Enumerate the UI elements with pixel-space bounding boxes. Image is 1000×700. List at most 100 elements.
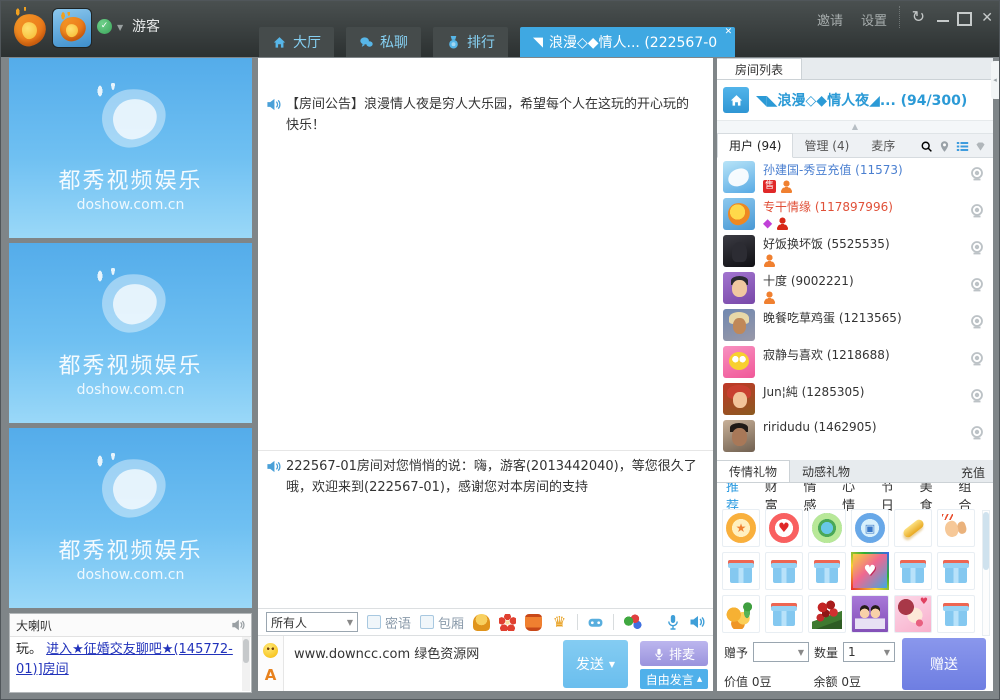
settings-menu[interactable]: 设置 [861,10,887,29]
secret-checkbox[interactable] [367,615,381,629]
webcam-icon[interactable] [969,203,985,219]
gift-item-couple-card[interactable] [851,595,889,633]
tab-private-chat[interactable]: 私聊 [346,27,421,57]
recharge-link[interactable]: 充值 [961,464,985,481]
tab-room-active[interactable]: ◥ 浪漫◇◆情人... (222567-0 ✕ [520,27,735,57]
user-row[interactable]: Jun¦純 (1285305) [717,380,993,417]
video-panel[interactable]: 都秀视频娱乐 doshow.com.cn [9,58,252,238]
webcam-icon[interactable] [969,277,985,293]
speaker-icon[interactable] [689,614,705,630]
user-name[interactable]: 晚餐吃草鸡蛋 (1213565) [763,309,902,326]
user-name[interactable]: 孙建国-秀豆充值 (11573) [763,161,903,178]
gift-item-wheel-heart[interactable] [765,509,803,547]
video-panel[interactable]: 都秀视频娱乐 doshow.com.cn [9,243,252,423]
gift-item-beer-snacks[interactable] [722,595,760,633]
gift-item-gift-box[interactable] [894,552,932,590]
tab-lobby[interactable]: 大厅 [259,27,334,57]
mic-queue-button[interactable]: 排麦 [640,641,708,666]
search-icon[interactable] [920,140,933,153]
minimize-button[interactable] [937,11,949,23]
user-name[interactable]: Jun¦純 (1285305) [763,383,864,400]
user-name[interactable]: 寂静与喜欢 (1218688) [763,346,890,363]
refresh-icon[interactable]: ↻ [912,7,925,26]
gift-item-gift-box[interactable] [722,552,760,590]
location-pin-icon[interactable] [938,140,951,153]
gift-scrollbar[interactable] [982,510,990,636]
gift-item-love-card[interactable] [851,552,889,590]
gem-view-icon[interactable] [974,140,987,153]
audience-select[interactable]: 所有人▼ [266,612,358,632]
booth-checkbox-group[interactable]: 包厢 [420,613,464,632]
user-name[interactable]: 十度 (9002221) [763,272,854,289]
free-talk-button[interactable]: 自由发言▲ [640,669,708,689]
video-panel[interactable]: 都秀视频娱乐 doshow.com.cn [9,428,252,608]
gift-item-gift-box[interactable] [937,552,975,590]
gamepad-icon[interactable] [587,614,604,631]
gift-item-gift-box[interactable] [765,595,803,633]
webcam-icon[interactable] [969,314,985,330]
status-caret-icon[interactable]: ▼ [117,23,123,32]
user-avatar[interactable] [723,420,755,452]
user-name[interactable]: riridudu (1462905) [763,420,877,434]
chat-input[interactable]: www.downcc.com 绿色资源网 [294,643,479,662]
user-row[interactable]: 晚餐吃草鸡蛋 (1213565) [717,306,993,343]
gift-item-wheel-gift[interactable] [851,509,889,547]
invite-menu[interactable]: 邀请 [817,10,843,29]
user-avatar[interactable] [723,383,755,415]
webcam-icon[interactable] [969,351,985,367]
tab-motion-gifts[interactable]: 动感礼物 [790,461,862,482]
user-avatar[interactable] [723,161,755,193]
give-to-select[interactable]: ▼ [753,642,809,662]
tab-users[interactable]: 用户 (94) [717,133,793,158]
user-avatar[interactable] [723,309,755,341]
user-row[interactable]: 寂静与喜欢 (1218688) [717,343,993,380]
quantity-select[interactable]: 1▼ [843,642,895,662]
lantern-gift-icon[interactable] [525,614,542,631]
tab-love-gifts[interactable]: 传情礼物 [717,460,790,482]
gift-item-wheel-globe[interactable] [808,509,846,547]
gift-item-gift-box[interactable] [765,552,803,590]
webcam-icon[interactable] [969,166,985,182]
gift-item-gift-box[interactable] [808,552,846,590]
stamp-gift-icon[interactable] [473,614,490,631]
user-name[interactable]: 专干情缘 (117897996) [763,198,893,215]
gift-item-kiss-face[interactable] [894,595,932,633]
balloons-icon[interactable] [623,614,643,631]
gift-item-rose-bouquet[interactable] [808,595,846,633]
webcam-icon[interactable] [969,388,985,404]
gift-item-gold-mic[interactable] [894,509,932,547]
horn-scrollbar[interactable] [242,637,250,691]
gift-item-gift-box[interactable] [937,595,975,633]
booth-checkbox[interactable] [420,615,434,629]
speaker-icon[interactable] [231,618,245,632]
user-row[interactable]: riridudu (1462905) [717,417,993,454]
close-button[interactable]: ✕ [981,11,993,25]
panel-collapse-handle[interactable]: ◂ [991,61,999,99]
gift-item-clap-hands[interactable] [937,509,975,547]
emoticon-icon[interactable] [263,643,278,658]
send-button[interactable]: 发送▼ [563,640,628,688]
microphone-icon[interactable] [665,614,681,630]
tab-mic-order[interactable]: 麦序 [860,134,906,157]
give-gift-button[interactable]: 赠送 [902,638,986,690]
horn-room-link[interactable]: 进入★征婚交友聊吧★(145772-01)]房间 [16,642,233,677]
user-name[interactable]: 好饭换坏饭 (5525535) [763,235,890,252]
room-list-tab[interactable]: 房间列表 [717,58,802,79]
trophy-gift-icon[interactable]: ♛ [551,614,568,631]
user-avatar[interactable] [723,198,755,230]
tab-close-icon[interactable]: ✕ [725,28,733,37]
user-avatar[interactable] [723,272,755,304]
maximize-button[interactable] [957,12,972,26]
user-row[interactable]: 好饭换坏饭 (5525535) [717,232,993,269]
gift-item-wheel-orange[interactable] [722,509,760,547]
avatar[interactable] [53,9,91,47]
font-icon[interactable]: A [265,666,277,684]
user-avatar[interactable] [723,235,755,267]
user-row[interactable]: 孙建国-秀豆充值 (11573) 售 [717,158,993,195]
list-view-icon[interactable] [956,140,969,153]
user-avatar[interactable] [723,346,755,378]
room-title[interactable]: ◥◣浪漫◇◆情人夜◢... (94/300) [756,90,967,110]
online-status-icon[interactable]: ✓ [97,19,112,34]
room-home-button[interactable] [723,87,749,113]
tab-managers[interactable]: 管理 (4) [793,134,860,157]
